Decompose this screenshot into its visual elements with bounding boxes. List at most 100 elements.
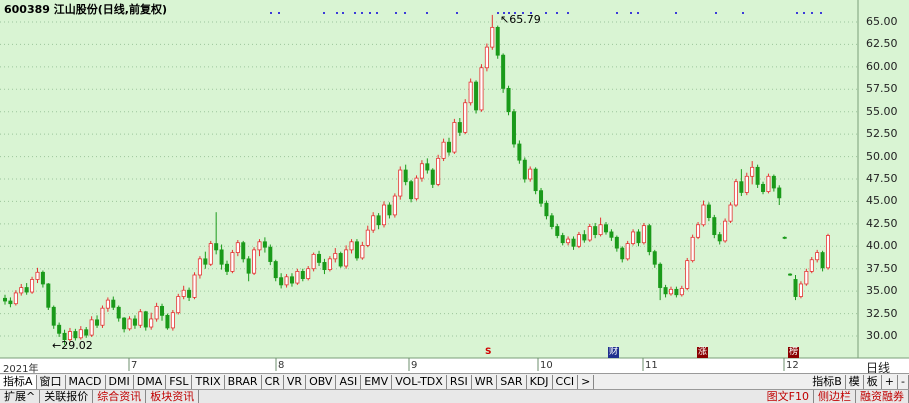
candle-body — [208, 243, 213, 265]
candle-body — [539, 190, 544, 204]
signal-dot — [675, 12, 677, 14]
indicator-tab[interactable]: DMA — [134, 374, 167, 389]
candle-body — [782, 236, 787, 239]
candle-body — [284, 276, 289, 286]
candle-body — [181, 289, 186, 297]
indicator-right-tab[interactable]: - — [898, 374, 909, 389]
candle-body — [484, 46, 489, 69]
event-marker[interactable]: S — [484, 347, 492, 358]
indicator-tab[interactable]: SAR — [497, 374, 527, 389]
candle-body — [663, 287, 668, 295]
candle-body — [717, 234, 722, 242]
indicator-tab[interactable]: DMI — [106, 374, 134, 389]
kline-chart-panel[interactable]: 600389 江山股份(日线,前复权) 30.00 32.50 35.00 37.50… — [0, 0, 909, 375]
bottom-right-tab[interactable]: 侧边栏 — [814, 390, 856, 403]
signal-dot — [404, 12, 406, 14]
indicator-tab[interactable]: CR — [262, 374, 284, 389]
event-marker[interactable]: 财 — [608, 347, 620, 358]
indicator-tab[interactable]: 窗口 — [37, 374, 66, 389]
candle-body — [809, 259, 814, 272]
indicator-tab[interactable]: BRAR — [225, 374, 262, 389]
candle-body — [826, 235, 831, 269]
candle-body — [51, 306, 56, 326]
bottom-info-bar: 扩展^ 关联报价 综合资讯 板块资讯 图文F10 侧边栏 融资融券 — [0, 389, 909, 403]
month-label: 7 — [131, 360, 138, 371]
indicator-tab[interactable]: EMV — [361, 374, 393, 389]
kline-plot[interactable] — [0, 0, 909, 372]
candle-body — [252, 249, 257, 274]
candle-body — [333, 253, 338, 260]
candle-body — [587, 226, 592, 241]
peak-annotation: ↖65.79 — [500, 13, 541, 26]
signal-dot — [567, 12, 569, 14]
candle-body — [620, 247, 625, 260]
indicator-right-tab[interactable]: 板 — [864, 374, 882, 389]
event-marker[interactable]: 涨 — [697, 347, 709, 358]
candle-body — [241, 242, 246, 260]
candle-body — [73, 331, 78, 339]
bottom-right-tab[interactable]: 融资融券 — [856, 390, 909, 403]
price-tick-label: 42.50 — [866, 216, 898, 230]
candle-body — [344, 249, 349, 267]
candle-body — [571, 238, 576, 247]
indicator-tab[interactable]: TRIX — [192, 374, 225, 389]
candle-body — [392, 195, 397, 216]
signal-dot — [811, 12, 813, 14]
bottom-tab[interactable]: 综合资讯 — [93, 390, 147, 403]
candle-body — [750, 166, 755, 177]
candle-body — [446, 141, 451, 153]
price-tick-label: 45.00 — [866, 194, 898, 208]
candle-body — [788, 273, 793, 276]
bottom-tab[interactable]: 板块资讯 — [146, 390, 200, 403]
indicator-tab[interactable]: ASI — [336, 374, 362, 389]
candle-body — [641, 225, 646, 244]
candle-body — [549, 215, 554, 227]
signal-dot — [616, 12, 618, 14]
indicator-tab[interactable]: 指标A — [0, 374, 37, 389]
candle-body — [468, 81, 473, 104]
month-label: 9 — [411, 360, 418, 371]
bottom-tab[interactable]: 关联报价 — [40, 390, 94, 403]
price-tick-label: 60.00 — [866, 59, 898, 73]
candle-body — [647, 225, 652, 253]
indicator-right-tab[interactable]: 指标B — [809, 374, 846, 389]
candle-body — [30, 279, 35, 293]
candle-body — [235, 242, 240, 253]
candle-body — [127, 318, 132, 330]
candle-body — [214, 243, 219, 251]
indicator-right-tab[interactable]: + — [882, 374, 899, 389]
candle-body — [544, 202, 549, 217]
indicator-tab[interactable]: MACD — [66, 374, 106, 389]
candle-body — [631, 231, 636, 244]
candle-body — [192, 274, 197, 298]
candle-body — [474, 81, 479, 111]
indicator-tab[interactable]: CCI — [553, 374, 579, 389]
indicator-tab[interactable]: KDJ — [527, 374, 553, 389]
candle-body — [111, 299, 116, 308]
indicator-tab[interactable]: RSI — [447, 374, 472, 389]
indicator-tab[interactable]: WR — [472, 374, 498, 389]
indicator-tab[interactable]: VOL-TDX — [392, 374, 447, 389]
candle-body — [696, 224, 701, 238]
bottom-right-tab[interactable]: 图文F10 — [763, 390, 814, 403]
candle-body — [593, 226, 598, 236]
indicator-tab[interactable]: FSL — [166, 374, 193, 389]
candle-body — [262, 241, 267, 248]
candle-body — [371, 215, 376, 231]
event-marker[interactable]: 榜 — [788, 347, 800, 358]
candle-body — [24, 287, 29, 293]
candle-body — [35, 271, 40, 280]
bottom-tab[interactable]: 扩展^ — [0, 390, 41, 403]
signal-dot — [497, 12, 499, 14]
candle-body — [766, 175, 771, 192]
signal-dot — [820, 12, 822, 14]
candle-body — [441, 141, 446, 159]
candle-body — [19, 287, 24, 294]
candle-body — [479, 67, 484, 111]
candle-body — [815, 252, 820, 261]
indicator-tab[interactable]: VR — [284, 374, 307, 389]
candle-body — [522, 159, 527, 180]
indicator-tab[interactable]: > — [578, 374, 595, 389]
indicator-tab[interactable]: OBV — [306, 374, 337, 389]
indicator-right-tab[interactable]: 模 — [846, 374, 864, 389]
